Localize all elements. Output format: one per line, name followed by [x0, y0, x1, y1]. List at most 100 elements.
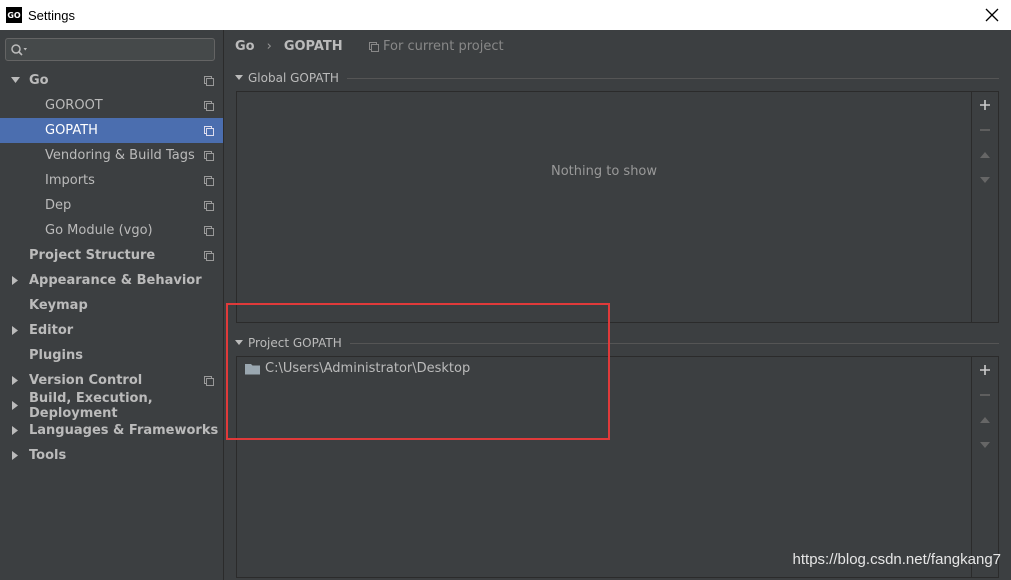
sidebar-item-build-execution-deployment[interactable]: Build, Execution, Deployment: [0, 390, 223, 421]
breadcrumb-current: GOPATH: [283, 39, 343, 54]
global-gopath-header[interactable]: Global GOPATH: [235, 71, 999, 85]
sidebar-item-label: Project Structure: [29, 248, 156, 263]
folder-icon: [245, 363, 260, 374]
breadcrumb: Go › GOPATH: [235, 39, 343, 54]
chevron-down-icon[interactable]: [10, 77, 20, 84]
search-icon: [11, 43, 27, 56]
sidebar-item-go-module-vgo[interactable]: Go Module (vgo): [0, 218, 223, 243]
scope-hint: For current project: [369, 39, 504, 54]
project-scope-icon: [369, 41, 379, 52]
sidebar-item-version-control[interactable]: Version Control: [0, 368, 223, 393]
project-scope-icon: [204, 375, 214, 386]
close-icon: [985, 8, 999, 22]
sidebar-item-gopath[interactable]: GOPATH: [0, 118, 223, 143]
sidebar-item-appearance-behavior[interactable]: Appearance & Behavior: [0, 268, 223, 293]
project-gopath-entry[interactable]: C:\Users\Administrator\Desktop: [245, 361, 470, 376]
arrow-down-icon: [980, 441, 990, 448]
project-scope-icon: [204, 250, 214, 261]
sidebar-item-label: Go Module (vgo): [45, 223, 153, 238]
global-gopath-list-area[interactable]: Nothing to show: [237, 92, 972, 322]
sidebar-item-label: Languages & Frameworks: [29, 423, 219, 438]
sidebar-item-project-structure[interactable]: Project Structure: [0, 243, 223, 268]
sidebar-item-languages-frameworks[interactable]: Languages & Frameworks: [0, 418, 223, 443]
project-gopath-title: Project GOPATH: [248, 336, 342, 350]
project-gopath-header[interactable]: Project GOPATH: [235, 336, 999, 350]
sidebar-item-tools[interactable]: Tools: [0, 443, 223, 468]
project-scope-icon: [204, 200, 214, 211]
project-gopath-list-area: C:\Users\Administrator\Desktop: [237, 357, 972, 577]
project-scope-icon: [204, 175, 214, 186]
sidebar-item-editor[interactable]: Editor: [0, 318, 223, 343]
plus-icon: [980, 364, 990, 375]
sidebar-item-keymap[interactable]: Keymap: [0, 293, 223, 318]
sidebar-item-label: Version Control: [29, 373, 143, 388]
project-scope-icon: [204, 125, 214, 136]
sidebar-item-dep[interactable]: Dep: [0, 193, 223, 218]
add-project-path-button[interactable]: [972, 357, 998, 382]
remove-project-path-button[interactable]: [972, 382, 998, 407]
global-gopath-list: Nothing to show: [236, 91, 999, 323]
sidebar-item-go[interactable]: Go: [0, 68, 223, 93]
sidebar-item-label: Go: [29, 73, 49, 88]
minus-icon: [980, 128, 990, 131]
gopath-settings-panel: Go › GOPATH For current project Global G…: [225, 30, 1011, 580]
sidebar-item-label: GOROOT: [45, 98, 103, 113]
chevron-right-icon[interactable]: [10, 451, 20, 460]
move-up-global-path-button[interactable]: [972, 142, 998, 167]
minus-icon: [980, 393, 990, 396]
window-title: Settings: [28, 7, 75, 23]
sidebar-item-label: Build, Execution, Deployment: [29, 390, 153, 421]
watermark: https://blog.csdn.net/fangkang7: [792, 551, 1001, 568]
arrow-up-icon: [980, 151, 990, 158]
chevron-right-icon[interactable]: [10, 276, 20, 285]
sidebar-item-label: Plugins: [29, 348, 83, 363]
sidebar-item-label: Keymap: [29, 298, 88, 313]
sidebar-item-label: Appearance & Behavior: [29, 273, 202, 288]
settings-search-box[interactable]: [5, 38, 215, 61]
project-scope-icon: [204, 225, 214, 236]
sidebar-item-vendoring-build-tags[interactable]: Vendoring & Build Tags: [0, 143, 223, 168]
chevron-right-icon[interactable]: [10, 326, 20, 335]
empty-list-text: Nothing to show: [550, 164, 658, 179]
project-gopath-toolbar: [972, 357, 998, 457]
chevron-right-icon[interactable]: [10, 401, 20, 410]
collapse-arrow-icon: [235, 75, 243, 80]
sidebar-item-plugins[interactable]: Plugins: [0, 343, 223, 368]
project-scope-icon: [204, 100, 214, 111]
chevron-right-icon[interactable]: [10, 426, 20, 435]
title-bar: GO Settings: [0, 0, 1011, 30]
global-gopath-toolbar: [972, 92, 998, 192]
project-scope-icon: [204, 75, 214, 86]
sidebar-item-label: Dep: [45, 198, 72, 213]
chevron-right-icon[interactable]: [10, 376, 20, 385]
section-divider: [346, 77, 999, 79]
global-gopath-title: Global GOPATH: [248, 71, 339, 85]
section-divider: [349, 342, 999, 344]
settings-tree: Go GOROOT GOPATH Vendoring & Build Tags Impo…: [0, 68, 223, 468]
breadcrumb-parent: Go: [235, 39, 255, 54]
move-down-project-path-button[interactable]: [972, 432, 998, 457]
move-up-project-path-button[interactable]: [972, 407, 998, 432]
add-global-path-button[interactable]: [972, 92, 998, 117]
sidebar-item-label: Imports: [45, 173, 95, 188]
sidebar-item-goroot[interactable]: GOROOT: [0, 93, 223, 118]
project-gopath-entry-text: C:\Users\Administrator\Desktop: [265, 361, 471, 376]
sidebar-item-imports[interactable]: Imports: [0, 168, 223, 193]
sidebar-item-label: Editor: [29, 323, 74, 338]
remove-global-path-button[interactable]: [972, 117, 998, 142]
close-button[interactable]: [981, 4, 1003, 26]
breadcrumb-separator: ›: [266, 39, 272, 54]
sidebar-item-label: Vendoring & Build Tags: [45, 148, 195, 163]
plus-icon: [980, 99, 990, 110]
scope-hint-text: For current project: [383, 39, 504, 54]
move-down-global-path-button[interactable]: [972, 167, 998, 192]
goland-app-icon: GO: [6, 7, 22, 23]
arrow-up-icon: [980, 416, 990, 423]
sidebar-item-label: GOPATH: [45, 123, 98, 138]
sidebar-item-label: Tools: [29, 448, 67, 463]
collapse-arrow-icon: [235, 340, 243, 345]
settings-sidebar: Go GOROOT GOPATH Vendoring & Build Tags Impo…: [0, 30, 224, 580]
arrow-down-icon: [980, 176, 990, 183]
project-gopath-list: C:\Users\Administrator\Desktop: [236, 356, 999, 578]
settings-search-input[interactable]: [32, 42, 212, 57]
